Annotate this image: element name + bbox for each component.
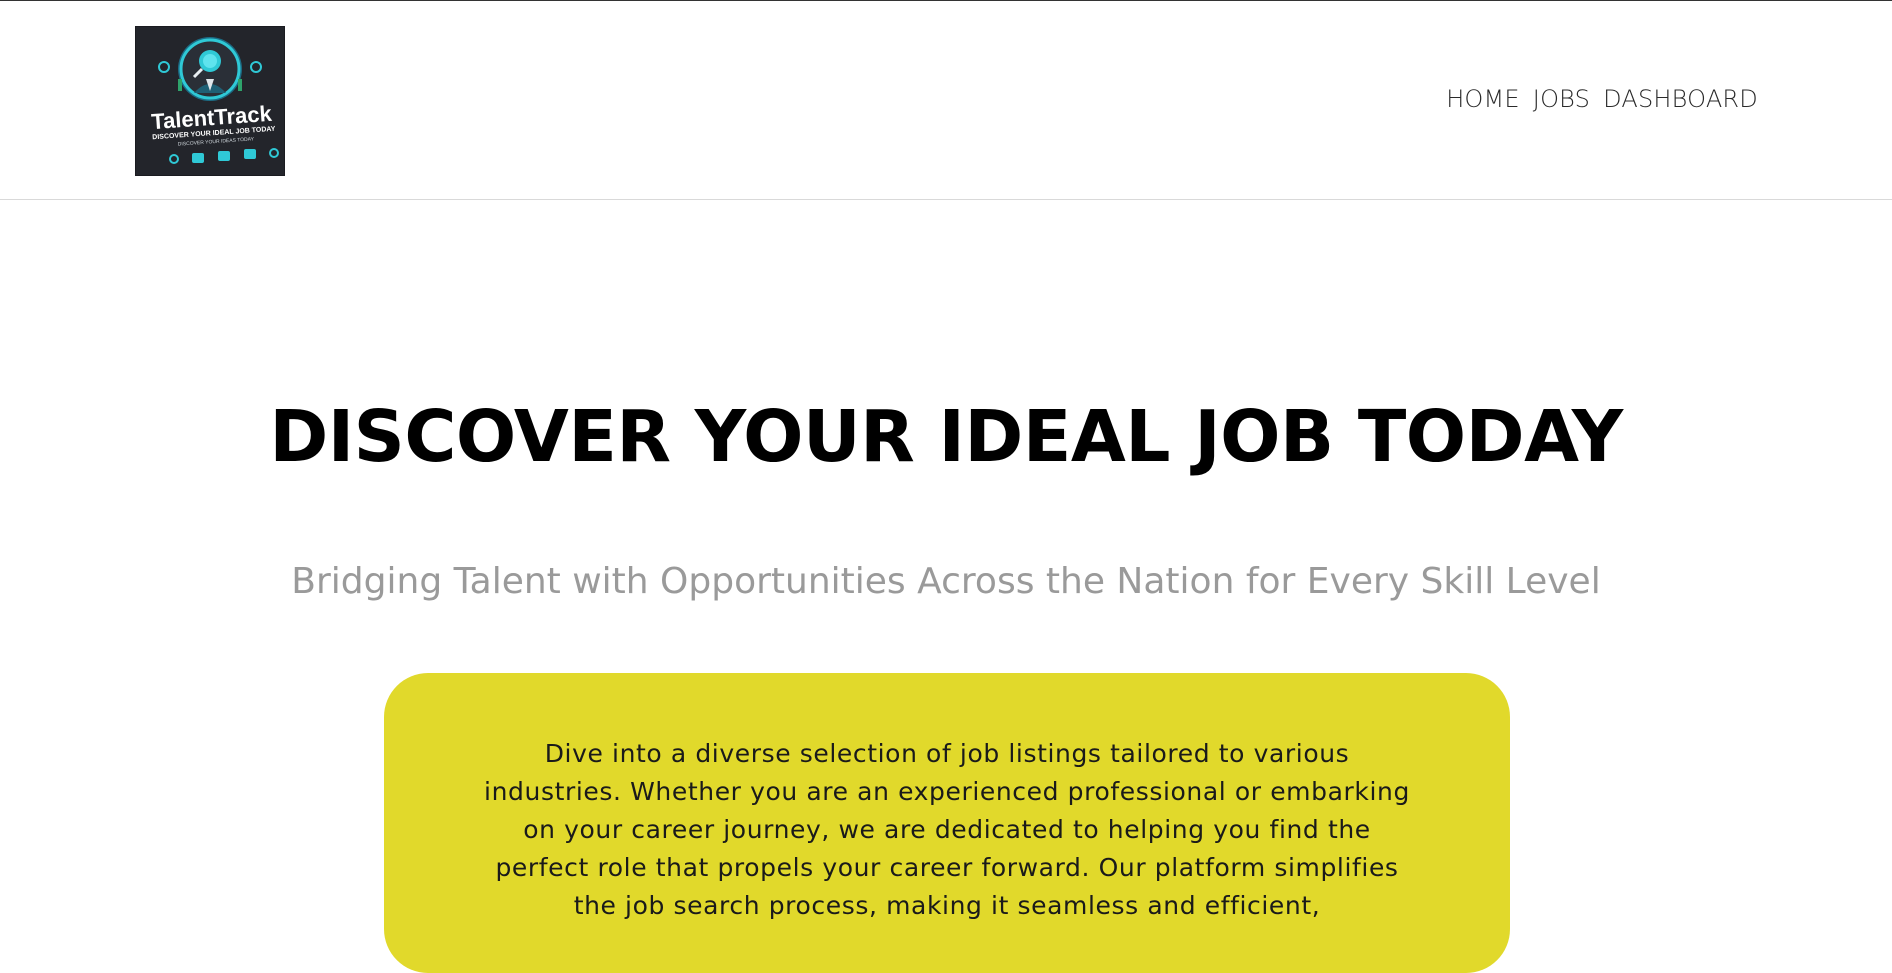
intro-card: Dive into a diverse selection of job lis… <box>384 673 1510 973</box>
hero-title: DISCOVER YOUR IDEAL JOB TODAY <box>269 395 1623 478</box>
nav-jobs-link[interactable]: JOBS <box>1533 85 1590 113</box>
hero-subtitle: Bridging Talent with Opportunities Acros… <box>291 561 1601 602</box>
main-nav: HOME JOBS DASHBOARD <box>1446 85 1758 113</box>
logo-graphic: TalentTrack DISCOVER YOUR IDEAL JOB TODA… <box>136 27 284 175</box>
nav-dashboard-link[interactable]: DASHBOARD <box>1603 85 1758 113</box>
nav-home-link[interactable]: HOME <box>1446 85 1520 113</box>
intro-card-text: Dive into a diverse selection of job lis… <box>484 739 1410 920</box>
talenttrack-logo[interactable]: TalentTrack DISCOVER YOUR IDEAL JOB TODA… <box>135 26 285 176</box>
site-header: TalentTrack DISCOVER YOUR IDEAL JOB TODA… <box>0 1 1892 200</box>
